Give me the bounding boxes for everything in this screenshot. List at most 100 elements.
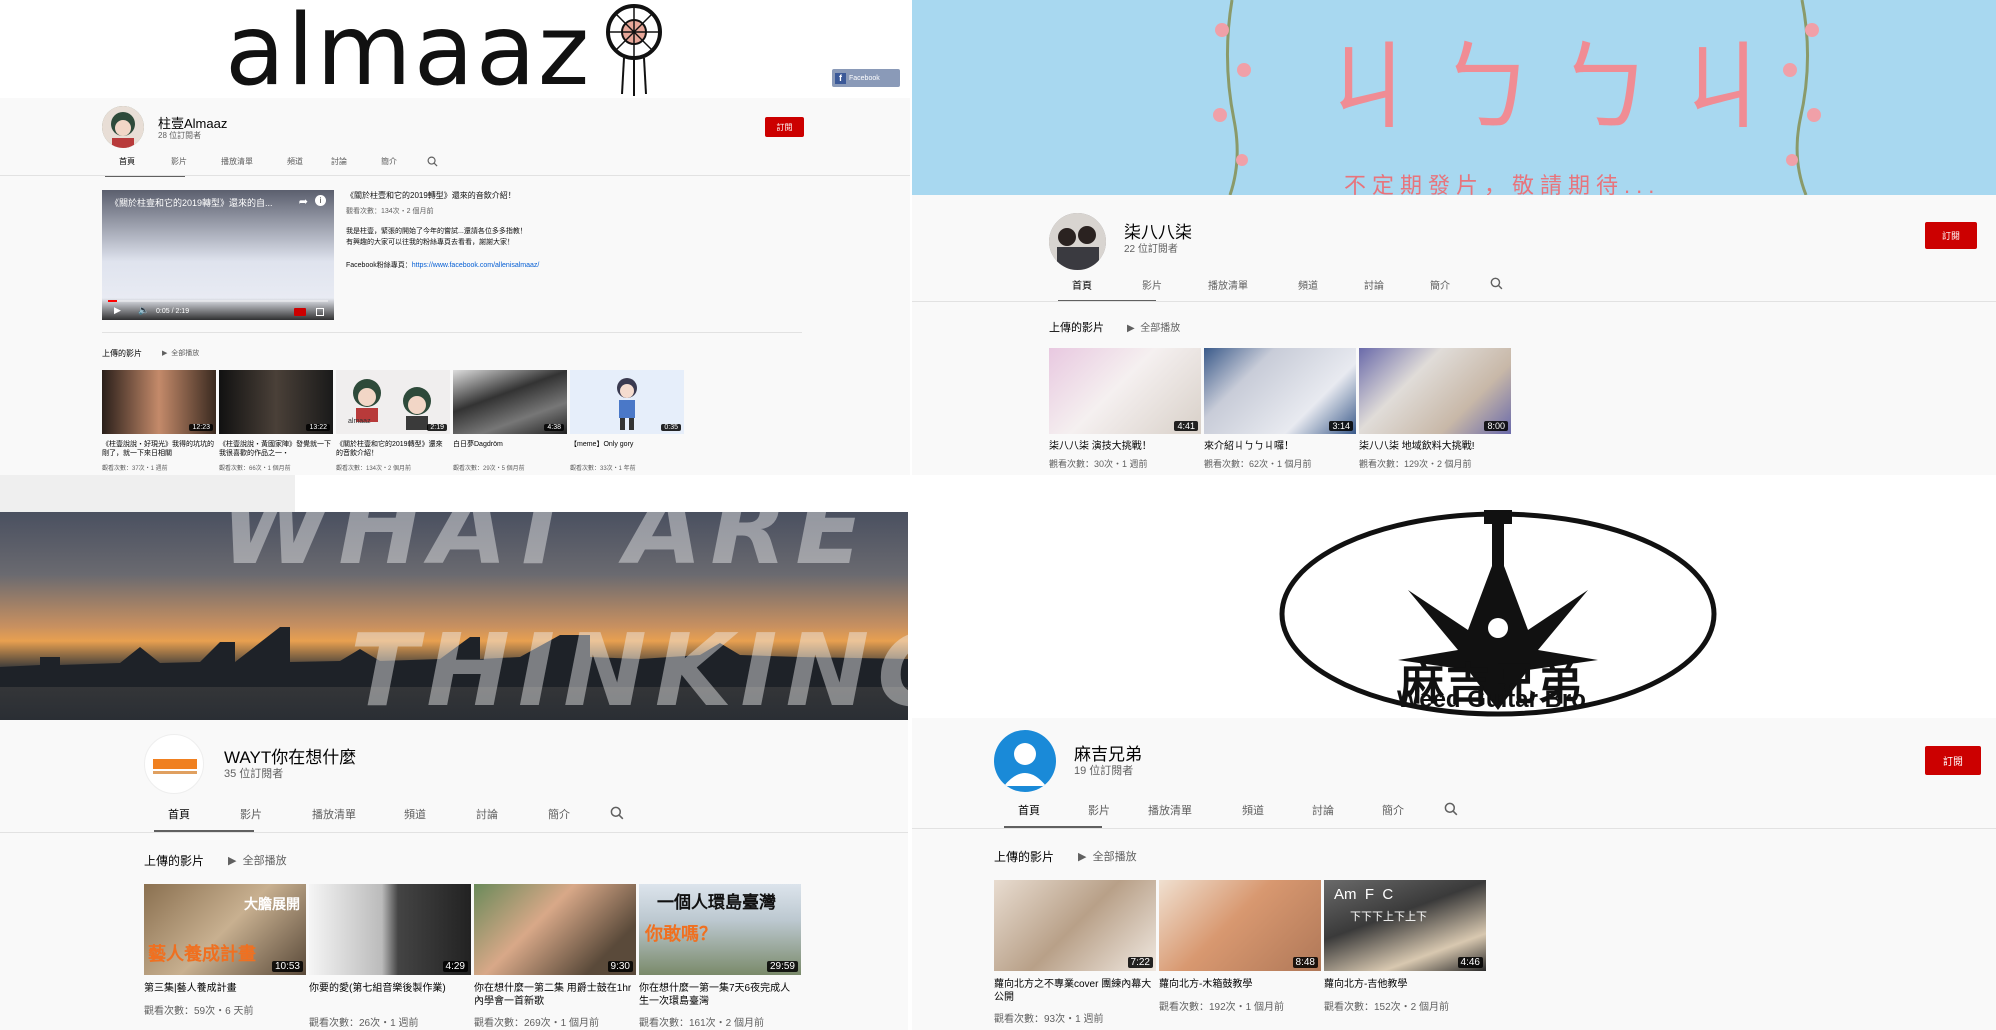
tab-playlists[interactable]: 播放清單 [1148, 802, 1242, 818]
video-title[interactable]: 【meme】Only gory [570, 440, 682, 460]
tab-about[interactable]: 簡介 [1430, 277, 1490, 292]
video-thumbnail[interactable]: 大膽展開 藝人養成計畫 10:53 [144, 884, 306, 975]
tab-videos[interactable]: 影片 [240, 806, 312, 822]
banner-floral-decoration [1213, 0, 1251, 195]
tab-playlists[interactable]: 播放清單 [1208, 277, 1298, 292]
tab-home[interactable]: 首頁 [1004, 802, 1102, 828]
tab-about[interactable]: 簡介 [381, 156, 427, 167]
video-title[interactable]: 蘿向北方之不專業cover 團練內幕大公開 [994, 978, 1154, 1004]
tab-playlists[interactable]: 播放清單 [312, 806, 404, 822]
tab-home[interactable]: 首頁 [1058, 277, 1156, 302]
thumbnail-overlay-text: 一個人環島臺灣 [657, 893, 776, 912]
video-thumbnail[interactable]: 12:23 [102, 370, 216, 434]
tab-about[interactable]: 簡介 [548, 806, 610, 822]
subscribe-button[interactable]: 訂閱 [1925, 746, 1981, 775]
avatar[interactable] [144, 734, 204, 794]
search-icon[interactable] [1490, 277, 1503, 290]
play-all-button[interactable]: ▶ 全部播放 [228, 852, 287, 868]
volume-icon[interactable]: 🔈 [138, 305, 149, 316]
video-thumbnail[interactable]: Am F C 下下下上下上下 4:46 [1324, 880, 1486, 971]
fullscreen-icon[interactable] [316, 308, 324, 316]
video-duration: 8:00 [1484, 421, 1508, 431]
settings-icon[interactable] [294, 308, 306, 316]
tab-playlists[interactable]: 播放清單 [221, 156, 287, 167]
tab-discussion[interactable]: 討論 [331, 156, 381, 167]
video-title[interactable]: 《柱壹說說・黃國家陣》發覺就一下我很喜歡的作品之一・ [219, 440, 331, 460]
section-title[interactable]: 上傳的影片 [1049, 319, 1104, 335]
section-title[interactable]: 上傳的影片 [144, 852, 204, 869]
video-thumbnail[interactable]: 0:35 [570, 370, 684, 434]
video-title[interactable]: 來介紹ㄐㄅㄅㄐ囉！ [1204, 440, 1356, 453]
tab-about[interactable]: 簡介 [1382, 802, 1444, 818]
video-meta: 觀看次數：26次・1 週前 [309, 1018, 419, 1029]
video-thumbnail[interactable]: 3:14 [1204, 348, 1356, 434]
tab-home[interactable]: 首頁 [105, 156, 185, 177]
search-icon[interactable] [1444, 802, 1458, 816]
video-title[interactable]: 《關於柱壹和它的2019轉型》還來的音飲介紹！ [336, 440, 448, 460]
banner-text-line1: WHAT ARE YO [220, 512, 908, 587]
video-thumbnail[interactable]: 9:30 [474, 884, 636, 975]
tab-channels[interactable]: 頻道 [1242, 802, 1312, 818]
info-icon[interactable]: i [315, 195, 326, 206]
tab-videos[interactable]: 影片 [171, 156, 221, 167]
video-thumbnail[interactable]: 4:38 [453, 370, 567, 434]
avatar[interactable] [1049, 213, 1106, 270]
banner-subtitle: 不定期發片，敬請期待... [1344, 173, 1661, 195]
tab-videos[interactable]: 影片 [1142, 277, 1208, 292]
video-title[interactable]: 白日夢Dagdröm [453, 440, 565, 460]
tab-discussion[interactable]: 討論 [1312, 802, 1382, 818]
tab-videos[interactable]: 影片 [1088, 802, 1148, 818]
video-duration: 12:23 [189, 424, 213, 431]
tab-channels[interactable]: 頻道 [404, 806, 476, 822]
video-title[interactable]: 你要的愛(第七組音樂後製作業) [309, 982, 469, 1008]
featured-desc-title[interactable]: 《關於柱壹和它的2019轉型》還來的音飲介紹！ [346, 190, 516, 201]
video-title[interactable]: 你在想什麼一第一集7天6夜完成人生一次環島臺灣 [639, 982, 799, 1008]
search-icon[interactable] [427, 156, 438, 167]
play-all-label: 全部播放 [1140, 323, 1181, 334]
play-icon[interactable]: ▶ [114, 305, 121, 316]
thumbnail-character [353, 379, 381, 422]
search-icon[interactable] [610, 806, 624, 820]
avatar[interactable] [102, 106, 144, 148]
video-thumbnail[interactable]: 一個人環島臺灣 你敢嗎？ 29:59 [639, 884, 801, 975]
subscribe-button[interactable]: 訂閱 [765, 117, 804, 137]
video-thumbnail[interactable]: 8:00 [1359, 348, 1511, 434]
play-all-button[interactable]: ▶ 全部播放 [1127, 319, 1180, 334]
video-title[interactable]: 你在想什麼一第二集 用爵士鼓在1hr內學會一首新歌 [474, 982, 634, 1008]
avatar[interactable] [994, 730, 1056, 792]
play-all-button[interactable]: ▶ 全部播放 [162, 348, 199, 358]
tab-channels[interactable]: 頻道 [287, 156, 331, 167]
channel-banner: almaaz [0, 0, 910, 98]
video-thumbnail[interactable]: 4:41 [1049, 348, 1201, 434]
video-meta: 觀看次數：152次・2 個月前 [1324, 1002, 1450, 1013]
subscribe-button[interactable]: 訂閱 [1925, 222, 1977, 249]
video-thumbnail[interactable]: almaaz 2:19 [336, 370, 450, 434]
video-thumbnail[interactable]: 13:22 [219, 370, 333, 434]
video-duration: 2:19 [427, 424, 447, 431]
video-thumbnail[interactable]: 8:48 [1159, 880, 1321, 971]
video-thumbnail[interactable]: 7:22 [994, 880, 1156, 971]
video-title[interactable]: 柒八八柒 地域飲料大挑戰! [1359, 440, 1511, 453]
video-meta: 觀看次數：33次・1 年前 [570, 466, 636, 472]
tab-home[interactable]: 首頁 [154, 806, 254, 832]
channel-body: 麻吉兄弟 19 位訂閱者 訂閱 首頁 影片 播放清單 頻道 討論 簡介 上傳的影… [912, 718, 1996, 1030]
video-title[interactable]: 蘿向北方-吉他教學 [1324, 978, 1484, 991]
tab-channels[interactable]: 頻道 [1298, 277, 1364, 292]
tab-discussion[interactable]: 討論 [1364, 277, 1430, 292]
channel-almaaz: almaaz f Facebook 柱壹Almaaz 28 位訂閱者 訂閱 首頁… [0, 0, 910, 475]
channel-tabs: 首頁 影片 播放清單 頻道 討論 簡介 [1004, 802, 1458, 828]
section-title[interactable]: 上傳的影片 [994, 848, 1054, 865]
video-title[interactable]: 第三集|藝人養成計畫 [144, 982, 304, 995]
play-all-button[interactable]: ▶ 全部播放 [1078, 848, 1137, 864]
video-title[interactable]: 蘿向北方-木箱鼓教學 [1159, 978, 1319, 991]
video-thumbnail[interactable]: 4:29 [309, 884, 471, 975]
section-title[interactable]: 上傳的影片 [102, 348, 142, 359]
featured-video-player[interactable]: 《關於柱壹和它的2019轉型》還來的自... ➦ i ▶ 🔈 0:05 / 2:… [102, 190, 334, 320]
video-title[interactable]: 柒八八柒 演技大挑戰！ [1049, 440, 1201, 453]
tab-discussion[interactable]: 討論 [476, 806, 548, 822]
featured-fb-link[interactable]: https://www.facebook.com/allenisalmaaz/ [412, 262, 540, 269]
progress-bar[interactable] [108, 300, 328, 302]
share-icon[interactable]: ➦ [299, 195, 308, 208]
facebook-badge[interactable]: f Facebook [832, 69, 900, 87]
video-title[interactable]: 《柱壹說說・好現光》我得的坑坑的剛了，就一下來日相關 [102, 440, 214, 460]
